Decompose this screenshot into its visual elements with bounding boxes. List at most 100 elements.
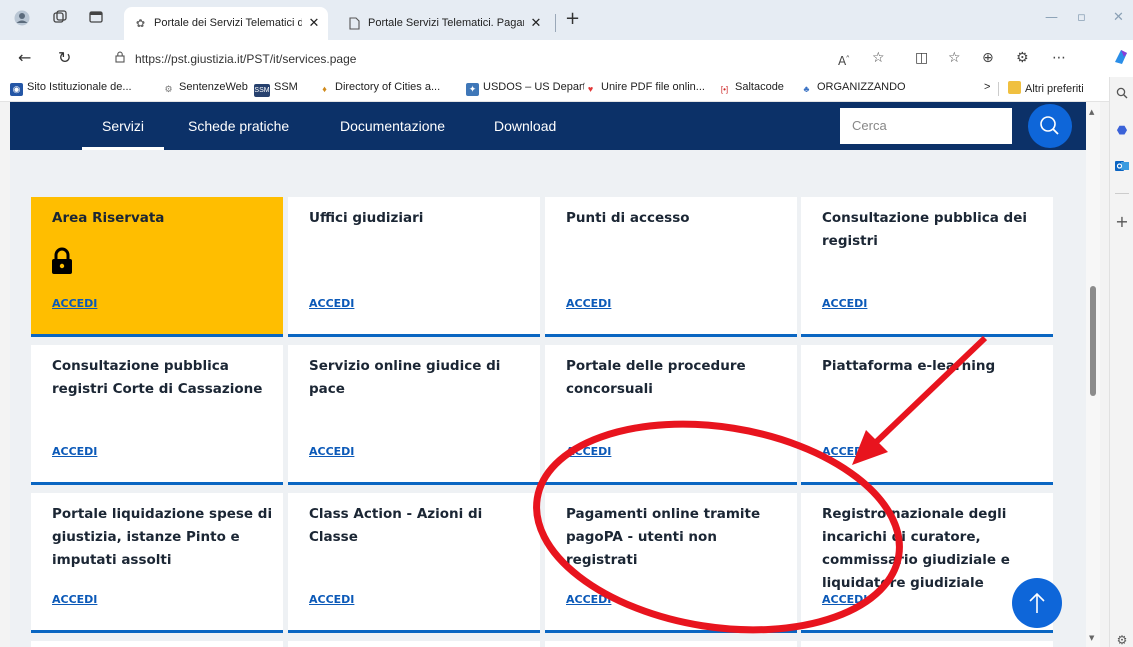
- service-card-liquidazione-spese: Portale liquidazione spese di giustizia,…: [31, 493, 283, 633]
- new-tab-button[interactable]: +: [565, 9, 580, 29]
- favorite-item[interactable]: ♦ Directory of Cities a...: [318, 81, 440, 96]
- favorite-item[interactable]: ◉ Sito Istituzionale de...: [10, 81, 132, 96]
- sentenzeweb-icon: ⚙: [162, 83, 175, 96]
- favorites-divider: [998, 82, 999, 96]
- sidebar-settings-icon[interactable]: ⚙: [1115, 633, 1129, 647]
- outlook-icon[interactable]: [1115, 159, 1129, 173]
- card-title: Pagamenti online tramite pagoPA - utenti…: [566, 506, 761, 568]
- nav-download[interactable]: Download: [494, 102, 556, 150]
- card-partial: [801, 641, 1053, 647]
- service-card-area-riservata: Area Riservata ACCEDI: [31, 197, 283, 337]
- search-icon[interactable]: [1115, 87, 1129, 101]
- tab-title: Portale dei Servizi Telematici del Minis…: [154, 17, 302, 29]
- more-menu-icon[interactable]: ⋯: [1052, 50, 1066, 66]
- service-card-pagopa: Pagamenti online tramite pagoPA - utenti…: [545, 493, 797, 633]
- favorites-icon[interactable]: ☆: [948, 50, 961, 66]
- page-icon: [348, 17, 361, 30]
- accedi-link[interactable]: ACCEDI: [566, 593, 611, 606]
- other-favorites[interactable]: Altri preferiti: [1008, 81, 1084, 95]
- favorite-label: Unire PDF file onlin...: [601, 81, 705, 93]
- favorite-item[interactable]: [•] Saltacode: [718, 81, 784, 96]
- refresh-icon[interactable]: ↻: [58, 49, 71, 67]
- scroll-to-top-button[interactable]: [1012, 578, 1062, 628]
- accedi-link[interactable]: ACCEDI: [309, 297, 354, 310]
- nav-documentazione[interactable]: Documentazione: [340, 102, 445, 150]
- favorite-star-icon[interactable]: ☆: [872, 50, 885, 66]
- favorite-item[interactable]: ♥ Unire PDF file onlin...: [584, 81, 705, 96]
- url-field[interactable]: https://pst.giustizia.it/PST/it/services…: [115, 51, 356, 66]
- close-window-icon[interactable]: ✕: [1113, 10, 1124, 25]
- people-icon: ♣: [800, 83, 813, 96]
- accedi-link[interactable]: ACCEDI: [822, 445, 867, 458]
- collections-icon[interactable]: ⊕: [982, 50, 994, 66]
- favorite-item[interactable]: ♣ ORGANIZZANDO: [800, 81, 906, 96]
- search-button[interactable]: [1028, 104, 1072, 148]
- extensions-icon[interactable]: ⚙: [1016, 50, 1029, 66]
- tab-portale-servizi[interactable]: ✿ Portale dei Servizi Telematici del Min…: [124, 7, 328, 40]
- card-title: Consultazione pubblica registri Corte di…: [52, 358, 263, 397]
- shopping-icon[interactable]: ⬣: [1115, 123, 1129, 137]
- card-title: Servizio online giudice di pace: [309, 358, 501, 397]
- page-scrollbar[interactable]: ▲ ▼: [1086, 102, 1100, 647]
- favorites-bar: ◉ Sito Istituzionale de... ⚙ SentenzeWeb S…: [0, 77, 1133, 102]
- scrollbar-thumb[interactable]: [1090, 286, 1096, 396]
- close-tab-icon[interactable]: ✕: [528, 7, 544, 40]
- usdos-icon: ✦: [466, 83, 479, 96]
- favorite-item[interactable]: SSM SSM: [254, 81, 298, 97]
- accedi-link[interactable]: ACCEDI: [822, 593, 867, 606]
- folder-icon: [1008, 81, 1021, 94]
- site-icon: ◉: [10, 83, 23, 96]
- favorite-label: ORGANIZZANDO: [817, 81, 906, 93]
- restore-icon[interactable]: ▫: [1077, 10, 1086, 25]
- accedi-link[interactable]: ACCEDI: [309, 593, 354, 606]
- accedi-link[interactable]: ACCEDI: [566, 445, 611, 458]
- card-title: Punti di accesso: [566, 210, 690, 226]
- favorite-item[interactable]: ✦ USDOS – US Depart...: [466, 81, 595, 96]
- close-tab-icon[interactable]: ✕: [306, 7, 322, 40]
- copilot-icon[interactable]: [1112, 48, 1130, 70]
- card-title: Uffici giudiziari: [309, 210, 424, 226]
- profile-icon[interactable]: [12, 10, 32, 30]
- accedi-link[interactable]: ACCEDI: [822, 297, 867, 310]
- split-screen-icon[interactable]: ◫: [915, 50, 928, 66]
- card-title: Piattaforma e-learning: [822, 358, 996, 374]
- favorite-label: SSM: [274, 81, 298, 93]
- scroll-up-arrow-icon[interactable]: ▲: [1089, 108, 1094, 116]
- accedi-link[interactable]: ACCEDI: [52, 297, 97, 310]
- tab-pagamenti[interactable]: Portale Servizi Telematici. Pagamenti ✕: [338, 7, 550, 40]
- favorite-item[interactable]: ⚙ SentenzeWeb: [162, 81, 248, 96]
- search-box: [840, 108, 1014, 144]
- lock-icon: [115, 51, 125, 66]
- tab-actions-icon[interactable]: [86, 10, 106, 30]
- service-card-punti-di-accesso: Punti di accesso ACCEDI: [545, 197, 797, 337]
- emblem-icon: ✿: [135, 17, 146, 30]
- service-card-giudice-di-pace: Servizio online giudice di pace ACCEDI: [288, 345, 540, 485]
- service-card-procedure-concorsuali: Portale delle procedure concorsuali ACCE…: [545, 345, 797, 485]
- favorite-label: Saltacode: [735, 81, 784, 93]
- scroll-down-arrow-icon[interactable]: ▼: [1089, 634, 1094, 642]
- main-navigation: Servizi Schede pratiche Documentazione D…: [10, 102, 1086, 150]
- nav-schede-pratiche[interactable]: Schede pratiche: [188, 102, 289, 150]
- tab-divider: [555, 14, 556, 32]
- card-partial: [288, 641, 540, 647]
- service-card-consultazione-registri: Consultazione pubblica dei registri ACCE…: [801, 197, 1053, 337]
- accedi-link[interactable]: ACCEDI: [52, 445, 97, 458]
- card-title: Portale delle procedure concorsuali: [566, 358, 746, 397]
- favorites-overflow-icon[interactable]: >: [984, 81, 990, 93]
- tab-bar: ✿ Portale dei Servizi Telematici del Min…: [0, 0, 1133, 40]
- back-icon[interactable]: ←: [18, 49, 31, 67]
- nav-servizi[interactable]: Servizi: [81, 102, 165, 150]
- workspaces-icon[interactable]: [50, 10, 70, 30]
- accedi-link[interactable]: ACCEDI: [52, 593, 97, 606]
- service-card-e-learning: Piattaforma e-learning ACCEDI: [801, 345, 1053, 485]
- service-card-uffici-giudiziari: Uffici giudiziari ACCEDI: [288, 197, 540, 337]
- search-input[interactable]: [840, 108, 1014, 142]
- edge-sidebar: ⬣ + ⚙: [1109, 77, 1133, 647]
- accedi-link[interactable]: ACCEDI: [566, 297, 611, 310]
- minimize-icon[interactable]: —: [1045, 10, 1058, 25]
- add-sidebar-app-icon[interactable]: +: [1115, 214, 1129, 230]
- accedi-link[interactable]: ACCEDI: [309, 445, 354, 458]
- read-aloud-icon[interactable]: Aᴬ: [838, 50, 849, 69]
- lock-icon: [51, 247, 73, 279]
- heart-icon: ♥: [584, 83, 597, 96]
